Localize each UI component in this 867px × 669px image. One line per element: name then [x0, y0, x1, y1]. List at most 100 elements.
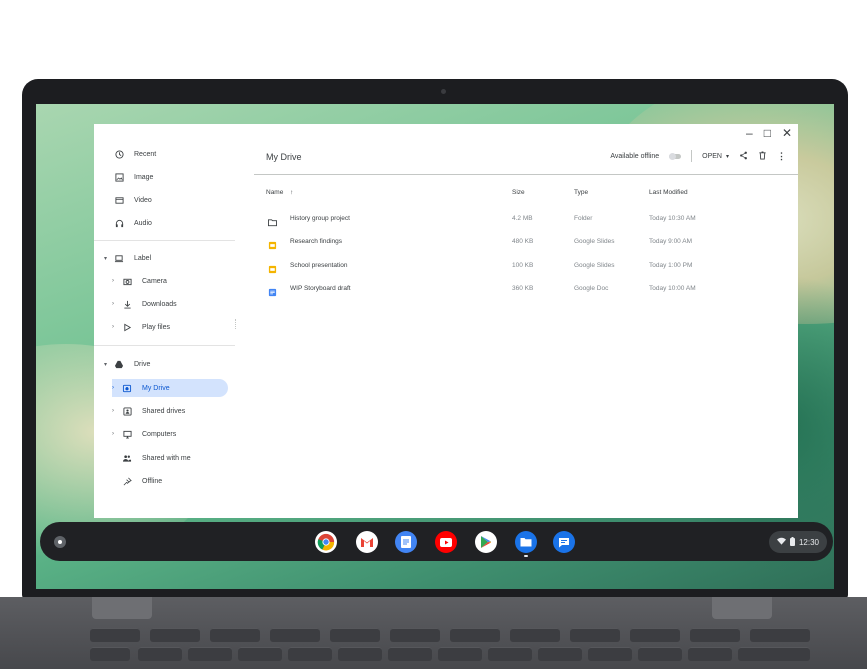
open-button[interactable]: OPEN ▾ — [702, 153, 729, 160]
drive-icon — [112, 359, 126, 369]
more-options-icon[interactable]: ⋮ — [777, 151, 786, 162]
battery-icon — [789, 536, 795, 548]
app-messages-icon[interactable] — [553, 531, 575, 553]
page-title: My Drive — [266, 152, 302, 162]
expand-caret-icon[interactable]: › — [112, 301, 120, 307]
sort-arrow-icon: ↑ — [290, 189, 294, 196]
file-size: 480 KB — [512, 238, 534, 245]
file-modified: Today 10:00 AM — [649, 285, 696, 292]
hinge-left — [92, 597, 152, 619]
files-app-window: – □ ✕ Recent Image Video Audio ▾ Label ›… — [94, 124, 798, 518]
column-header-name[interactable]: Name ↑ — [266, 189, 293, 196]
file-size: 360 KB — [512, 285, 534, 292]
sidebar-item-my-drive[interactable]: › My Drive — [112, 379, 228, 397]
app-files-icon[interactable] — [515, 531, 537, 553]
key — [588, 647, 632, 661]
keyboard — [38, 628, 832, 669]
sidebar-item-label: Shared drives — [142, 407, 186, 415]
sidebar: Recent Image Video Audio ▾ Label › Camer… — [94, 124, 235, 518]
sidebar-item-video[interactable]: Video — [104, 191, 228, 209]
file-type: Folder — [574, 215, 593, 222]
key — [630, 628, 680, 642]
toolbar-divider — [691, 150, 693, 162]
play-icon — [120, 322, 134, 332]
expand-caret-icon[interactable]: ▾ — [104, 361, 112, 368]
sidebar-item-recent[interactable]: Recent — [104, 145, 228, 163]
status-tray[interactable]: 12:30 — [768, 531, 827, 553]
wifi-icon — [776, 537, 786, 547]
sidebar-divider — [94, 345, 235, 346]
sidebar-item-image[interactable]: Image — [104, 168, 228, 186]
sidebar-item-label-device[interactable]: ▾ Label — [104, 249, 228, 267]
column-header-type[interactable]: Type — [574, 189, 588, 196]
key — [210, 628, 260, 642]
key — [90, 628, 140, 642]
sidebar-item-computers[interactable]: › Computers — [112, 425, 236, 443]
expand-caret-icon[interactable]: ▾ — [104, 255, 112, 262]
app-gmail-icon[interactable] — [356, 531, 378, 553]
pin-icon — [120, 476, 134, 486]
key — [390, 628, 440, 642]
expand-caret-icon[interactable]: › — [112, 385, 120, 391]
headphones-icon — [112, 218, 126, 228]
delete-icon[interactable] — [758, 150, 767, 162]
file-row[interactable]: WIP Storyboard draft 360 KB Google Doc T… — [254, 279, 798, 299]
app-chrome-icon[interactable] — [315, 531, 337, 553]
sidebar-item-label: Camera — [142, 277, 167, 285]
file-modified: Today 9:00 AM — [649, 238, 692, 245]
app-play-store-icon[interactable] — [475, 531, 497, 553]
expand-caret-icon[interactable]: › — [112, 431, 120, 437]
sidebar-item-label: My Drive — [142, 384, 170, 392]
open-button-label: OPEN — [702, 152, 722, 160]
file-size: 100 KB — [512, 262, 534, 269]
file-row[interactable]: School presentation 100 KB Google Slides… — [254, 256, 798, 276]
key — [510, 628, 560, 642]
sidebar-item-play-files[interactable]: › Play files — [112, 318, 236, 336]
people-icon — [120, 453, 134, 463]
video-icon — [112, 195, 126, 205]
expand-caret-icon[interactable]: › — [112, 408, 120, 414]
my-drive-icon — [120, 383, 134, 393]
sidebar-item-downloads[interactable]: › Downloads — [112, 295, 236, 313]
sidebar-item-drive[interactable]: ▾ Drive — [104, 355, 228, 373]
column-header-size[interactable]: Size — [512, 189, 525, 196]
slides-icon — [268, 237, 277, 250]
laptop-icon — [112, 253, 126, 263]
hinge-right — [712, 597, 772, 619]
file-size: 4.2 MB — [512, 215, 533, 222]
file-row[interactable]: History group project 4.2 MB Folder Toda… — [254, 209, 798, 229]
camera-icon — [120, 276, 134, 286]
key — [638, 647, 682, 661]
sidebar-item-label: Label — [134, 254, 152, 262]
file-type: Google Slides — [574, 238, 615, 245]
launcher-button[interactable] — [54, 536, 66, 548]
image-icon — [112, 172, 126, 182]
sidebar-resize-handle[interactable] — [235, 319, 237, 329]
sidebar-item-camera[interactable]: › Camera — [112, 272, 236, 290]
app-youtube-icon[interactable] — [435, 531, 457, 553]
slides-icon — [268, 261, 277, 274]
column-header-modified[interactable]: Last Modified — [649, 189, 688, 196]
file-name: School presentation — [290, 262, 348, 269]
file-modified: Today 10:30 AM — [649, 215, 696, 222]
file-list-panel: My Drive Available offline OPEN ▾ ⋮ Name… — [254, 124, 798, 518]
available-offline-toggle[interactable] — [669, 152, 682, 160]
expand-caret-icon[interactable]: › — [112, 324, 120, 330]
file-name: WIP Storyboard draft — [290, 285, 351, 292]
key — [570, 628, 620, 642]
key — [238, 647, 282, 661]
sidebar-item-label: Drive — [134, 360, 151, 368]
key — [150, 628, 200, 642]
sidebar-divider — [94, 240, 235, 241]
sidebar-item-offline[interactable]: Offline — [112, 472, 236, 490]
sidebar-item-shared-with-me[interactable]: Shared with me — [112, 449, 236, 467]
sidebar-item-shared-drives[interactable]: › Shared drives — [112, 402, 236, 420]
available-offline-label: Available offline — [610, 152, 660, 160]
file-row[interactable]: Research findings 480 KB Google Slides T… — [254, 232, 798, 252]
sidebar-item-audio[interactable]: Audio — [104, 214, 228, 232]
share-icon[interactable] — [739, 151, 748, 162]
folder-icon — [268, 214, 277, 227]
key — [750, 628, 810, 642]
app-docs-icon[interactable] — [395, 531, 417, 553]
expand-caret-icon[interactable]: › — [112, 278, 120, 284]
